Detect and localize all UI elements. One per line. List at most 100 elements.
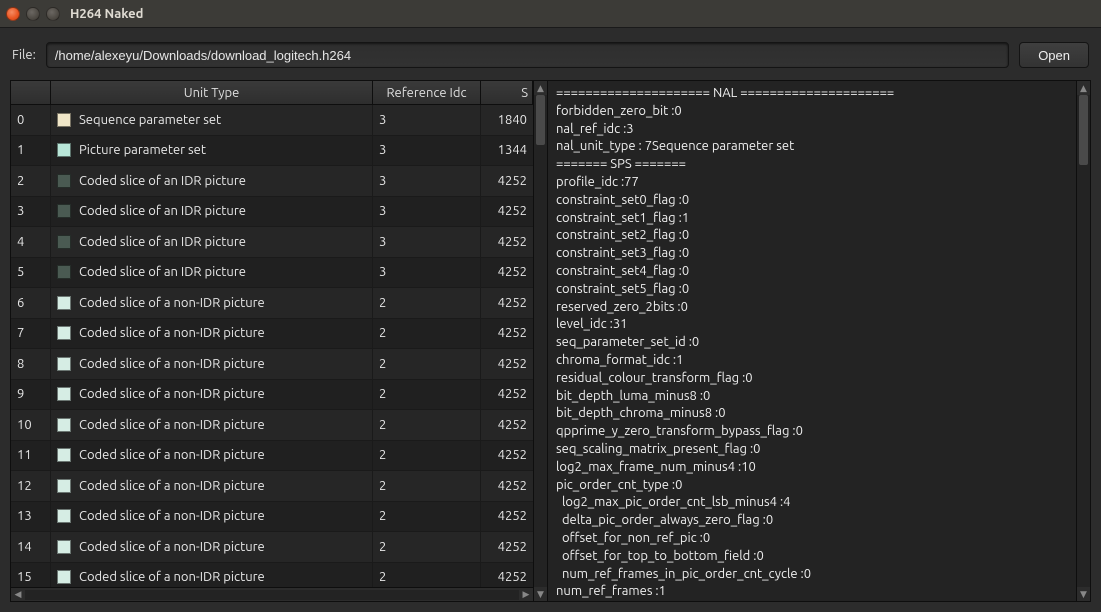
cell-index: 14 — [11, 532, 51, 562]
cell-ref: 2 — [373, 563, 481, 588]
color-swatch-icon — [57, 204, 71, 218]
close-icon[interactable] — [6, 7, 20, 21]
color-swatch-icon — [57, 235, 71, 249]
cell-ref: 2 — [373, 319, 481, 349]
cell-unit: Coded slice of a non-IDR picture — [51, 410, 373, 440]
cell-unit: Coded slice of a non-IDR picture — [51, 288, 373, 318]
cell-size: 4252 — [481, 502, 533, 532]
cell-unit: Coded slice of a non-IDR picture — [51, 319, 373, 349]
cell-size: 4252 — [481, 380, 533, 410]
cell-index: 4 — [11, 227, 51, 257]
cell-size: 1344 — [481, 136, 533, 166]
h-scroll-track[interactable] — [25, 590, 519, 600]
unit-type-text: Coded slice of a non-IDR picture — [79, 357, 265, 371]
window-buttons — [6, 7, 60, 21]
unit-type-text: Coded slice of a non-IDR picture — [79, 540, 265, 554]
cell-index: 5 — [11, 258, 51, 288]
table-row[interactable]: 4Coded slice of an IDR picture34252 — [11, 227, 533, 258]
cell-ref: 3 — [373, 258, 481, 288]
window-title: H264 Naked — [70, 7, 143, 21]
table-row[interactable]: 15Coded slice of a non-IDR picture24252 — [11, 563, 533, 588]
table-row[interactable]: 8Coded slice of a non-IDR picture24252 — [11, 349, 533, 380]
maximize-icon[interactable] — [46, 7, 60, 21]
cell-ref: 2 — [373, 532, 481, 562]
cell-ref: 3 — [373, 105, 481, 135]
open-button[interactable]: Open — [1019, 42, 1089, 68]
unit-type-text: Coded slice of a non-IDR picture — [79, 479, 265, 493]
color-swatch-icon — [57, 143, 71, 157]
color-swatch-icon — [57, 296, 71, 310]
table-header: Unit Type Reference Idc S — [11, 81, 533, 105]
cell-ref: 3 — [373, 227, 481, 257]
detail-text[interactable]: ===================== NAL ==============… — [548, 81, 1076, 601]
v-scroll-thumb[interactable] — [536, 95, 545, 145]
table-row[interactable]: 11Coded slice of a non-IDR picture24252 — [11, 441, 533, 472]
file-path-input[interactable] — [46, 42, 1009, 68]
cell-size: 4252 — [481, 319, 533, 349]
v-scroll-track[interactable] — [534, 95, 547, 587]
scroll-left-icon[interactable]: ◀ — [11, 588, 25, 602]
minimize-icon[interactable] — [26, 7, 40, 21]
unit-type-text: Coded slice of an IDR picture — [79, 174, 246, 188]
table-row[interactable]: 3Coded slice of an IDR picture34252 — [11, 197, 533, 228]
cell-index: 2 — [11, 166, 51, 196]
unit-type-text: Coded slice of a non-IDR picture — [79, 448, 265, 462]
h-scrollbar[interactable]: ◀ ▶ — [11, 587, 533, 601]
table-row[interactable]: 14 Coded slice of a non-IDR picture 24252 — [11, 532, 533, 563]
scroll-up-icon[interactable]: ▲ — [1077, 81, 1090, 95]
cell-size: 4252 — [481, 563, 533, 588]
col-index[interactable] — [11, 81, 51, 104]
cell-ref: 3 — [373, 197, 481, 227]
table-row[interactable]: 0Sequence parameter set31840 — [11, 105, 533, 136]
color-swatch-icon — [57, 326, 71, 340]
cell-unit: Coded slice of an IDR picture — [51, 258, 373, 288]
unit-type-text: Coded slice of an IDR picture — [79, 265, 246, 279]
cell-size: 4252 — [481, 532, 533, 562]
unit-type-text: Coded slice of an IDR picture — [79, 204, 246, 218]
cell-unit: Coded slice of an IDR picture — [51, 197, 373, 227]
table-v-scrollbar[interactable]: ▲ ▼ — [533, 81, 547, 601]
cell-unit: Coded slice of an IDR picture — [51, 227, 373, 257]
color-swatch-icon — [57, 174, 71, 188]
unit-type-text: Coded slice of a non-IDR picture — [79, 296, 265, 310]
table-row[interactable]: 9Coded slice of a non-IDR picture24252 — [11, 380, 533, 411]
cell-index: 15 — [11, 563, 51, 588]
table-row[interactable]: 12Coded slice of a non-IDR picture24252 — [11, 471, 533, 502]
table-row[interactable]: 6Coded slice of a non-IDR picture24252 — [11, 288, 533, 319]
unit-type-text: Coded slice of a non-IDR picture — [79, 509, 265, 523]
table-row[interactable]: 1Picture parameter set31344 — [11, 136, 533, 167]
scroll-up-icon[interactable]: ▲ — [534, 81, 547, 95]
color-swatch-icon — [57, 448, 71, 462]
unit-type-text: Coded slice of a non-IDR picture — [79, 326, 265, 340]
detail-v-scrollbar[interactable]: ▲ ▼ — [1076, 81, 1090, 601]
cell-size: 4252 — [481, 471, 533, 501]
v-scroll-thumb[interactable] — [1079, 95, 1088, 165]
v-scroll-track[interactable] — [1077, 95, 1090, 587]
col-ref-idc[interactable]: Reference Idc — [373, 81, 481, 104]
table-row[interactable]: 7 Coded slice of a non-IDR picture 24252 — [11, 319, 533, 350]
color-swatch-icon — [57, 418, 71, 432]
table-row[interactable]: 13Coded slice of a non-IDR picture24252 — [11, 502, 533, 533]
cell-unit: Coded slice of a non-IDR picture — [51, 349, 373, 379]
col-unit-type[interactable]: Unit Type — [51, 81, 373, 104]
cell-size: 1840 — [481, 105, 533, 135]
unit-type-text: Sequence parameter set — [79, 113, 221, 127]
scroll-down-icon[interactable]: ▼ — [1077, 587, 1090, 601]
cell-ref: 2 — [373, 380, 481, 410]
cell-index: 7 — [11, 319, 51, 349]
cell-index: 10 — [11, 410, 51, 440]
cell-index: 11 — [11, 441, 51, 471]
cell-index: 12 — [11, 471, 51, 501]
scroll-down-icon[interactable]: ▼ — [534, 587, 547, 601]
table-row[interactable]: 10Coded slice of a non-IDR picture24252 — [11, 410, 533, 441]
unit-type-text: Coded slice of an IDR picture — [79, 235, 246, 249]
main-area: Unit Type Reference Idc S 0Sequence para… — [0, 80, 1101, 612]
cell-size: 4252 — [481, 349, 533, 379]
table-row[interactable]: 5Coded slice of an IDR picture34252 — [11, 258, 533, 289]
table-row[interactable]: 2Coded slice of an IDR picture34252 — [11, 166, 533, 197]
scroll-right-icon[interactable]: ▶ — [519, 588, 533, 602]
table-body[interactable]: 0Sequence parameter set318401Picture par… — [11, 105, 533, 587]
titlebar: H264 Naked — [0, 0, 1101, 28]
nal-table: Unit Type Reference Idc S 0Sequence para… — [10, 80, 548, 602]
col-size[interactable]: S — [481, 81, 533, 104]
